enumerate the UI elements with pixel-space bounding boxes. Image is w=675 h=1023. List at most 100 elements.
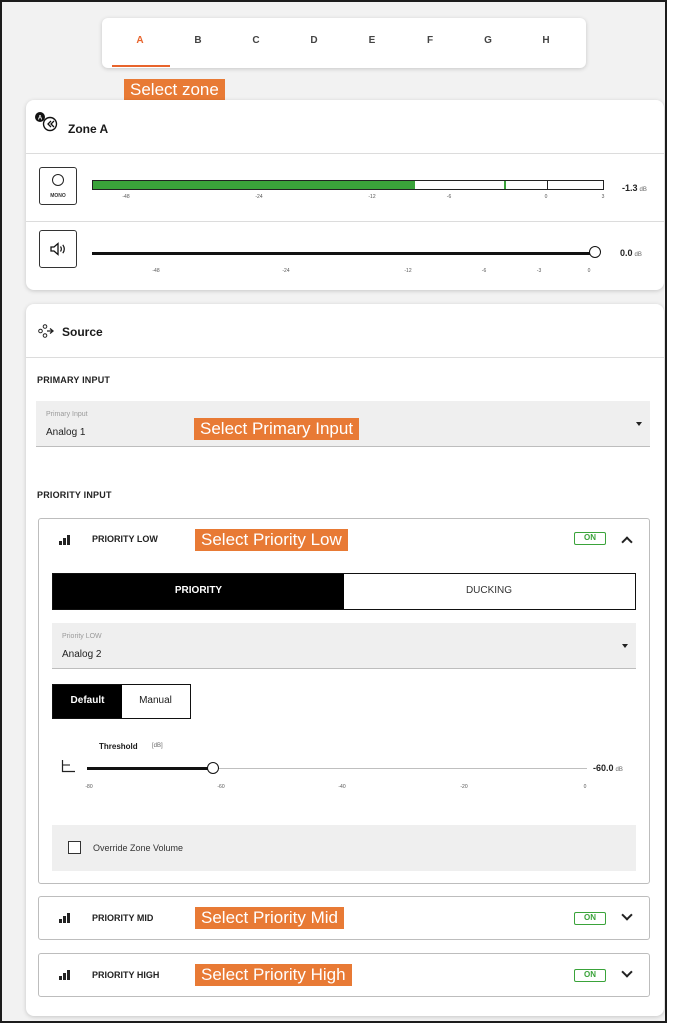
tab-zone-d[interactable]: D — [284, 35, 344, 46]
priority-ducking-segmented: PRIORITY DUCKING — [52, 573, 636, 610]
override-zone-volume-label: Override Zone Volume — [93, 843, 184, 853]
tick-label: -24 — [282, 268, 290, 274]
source-card: Source PRIMARY INPUT Primary Input Analo… — [26, 304, 664, 1016]
annotation-select-priority-mid: Select Priority Mid — [195, 907, 344, 929]
zone-header: A Zone A — [26, 100, 664, 154]
mode-manual[interactable]: Manual — [122, 685, 189, 718]
override-zone-volume-checkbox[interactable] — [68, 841, 81, 854]
priority-high-title[interactable]: PRIORITY HIGH — [92, 970, 159, 980]
tab-zone-b[interactable]: B — [168, 35, 228, 46]
level-value: -1.3 — [622, 183, 638, 193]
tick-label: 0 — [587, 268, 591, 274]
priority-low-title[interactable]: PRIORITY LOW — [92, 534, 158, 544]
tab-zone-f[interactable]: F — [400, 35, 460, 46]
tick-label: -12 — [404, 268, 412, 274]
tick-label: -6 — [446, 194, 452, 200]
tab-zone-g[interactable]: G — [458, 35, 518, 46]
mono-label: MONO — [50, 193, 66, 199]
tick-label: -3 — [536, 268, 542, 274]
volume-slider-track[interactable] — [92, 252, 592, 255]
priority-low-select[interactable]: Priority LOW Analog 2 — [52, 623, 636, 669]
source-header: Source — [26, 304, 664, 358]
annotation-select-zone: Select zone — [124, 79, 225, 101]
priority-mid-title[interactable]: PRIORITY MID — [92, 913, 153, 923]
threshold-value: -60.0 — [593, 763, 614, 773]
zone-row-divider — [26, 221, 664, 222]
threshold-unit: [dB] — [152, 743, 163, 749]
priority-mid-expand-chevron-icon[interactable] — [621, 909, 633, 921]
tick-label: -48 — [152, 268, 160, 274]
primary-input-value: Analog 1 — [46, 427, 86, 438]
priority-low-on-badge[interactable]: ON — [574, 532, 606, 545]
threshold-label: Threshold — [99, 742, 138, 751]
priority-low-field-label: Priority LOW — [62, 633, 102, 640]
tick-label: -80 — [85, 784, 93, 790]
priority-mid-on-badge[interactable]: ON — [574, 912, 606, 925]
tick-label: -20 — [460, 784, 468, 790]
level-unit: dB — [639, 187, 647, 193]
primary-input-field-label: Primary Input — [46, 411, 88, 418]
volume-slider-thumb[interactable] — [589, 246, 601, 258]
priority-high-expand-chevron-icon[interactable] — [621, 966, 633, 978]
tick-label: -6 — [481, 268, 487, 274]
mono-button[interactable]: MONO — [39, 167, 77, 205]
primary-input-caret-icon — [636, 422, 642, 426]
tick-label: -60 — [217, 784, 225, 790]
override-zone-volume-row: Override Zone Volume — [52, 825, 636, 871]
tick-label: 0 — [544, 194, 548, 200]
level-meter-fill — [93, 181, 416, 189]
speaker-icon — [50, 242, 65, 256]
volume-button[interactable] — [39, 230, 77, 268]
zone-title: Zone A — [68, 122, 109, 136]
volume-unit: dB — [634, 252, 642, 258]
priority-low-caret-icon — [622, 644, 628, 648]
tick-label: -24 — [255, 194, 263, 200]
priority-mid-bars-icon — [59, 913, 73, 923]
mode-default[interactable]: Default — [53, 685, 122, 718]
tick-label: 0 — [583, 784, 587, 790]
threshold-icon — [61, 760, 75, 773]
tab-priority[interactable]: PRIORITY — [53, 574, 344, 609]
threshold-value-unit: dB — [615, 767, 623, 773]
priority-mid-panel[interactable]: PRIORITY MID ON — [38, 896, 650, 940]
tab-zone-a[interactable]: A — [110, 35, 170, 46]
mono-circle-icon — [52, 174, 64, 186]
priority-high-on-badge[interactable]: ON — [574, 969, 606, 982]
priority-low-panel: PRIORITY LOW ON PRIORITY DUCKING Priorit… — [38, 518, 650, 884]
tick-label: -48 — [122, 194, 130, 200]
tick-label: -40 — [338, 784, 346, 790]
volume-readout: 0.0 dB — [620, 248, 642, 258]
priority-low-bars-icon — [59, 535, 73, 545]
tick-label: 3 — [601, 194, 605, 200]
primary-input-section-label: PRIMARY INPUT — [37, 375, 111, 385]
annotation-select-priority-high: Select Priority High — [195, 964, 352, 986]
source-title: Source — [62, 325, 103, 339]
priority-low-value: Analog 2 — [62, 649, 102, 660]
app-frame: A B C D E F G H Select zone A Zone A MON… — [0, 0, 667, 1023]
annotation-select-primary-input: Select Primary Input — [194, 418, 360, 440]
level-meter-peak — [503, 181, 506, 189]
tick-label: -12 — [368, 194, 376, 200]
volume-value: 0.0 — [620, 248, 633, 258]
threshold-slider-thumb[interactable] — [207, 762, 219, 774]
tab-zone-h[interactable]: H — [516, 35, 576, 46]
threshold-readout: -60.0 dB — [593, 763, 623, 773]
active-tab-indicator — [112, 65, 170, 67]
priority-input-section-label: PRIORITY INPUT — [37, 490, 112, 500]
tab-ducking[interactable]: DUCKING — [344, 574, 634, 609]
priority-low-collapse-chevron-icon[interactable] — [621, 536, 633, 548]
tab-zone-c[interactable]: C — [226, 35, 286, 46]
level-meter — [92, 180, 604, 190]
svg-text:A: A — [38, 115, 43, 121]
threshold-mode-toggle: Default Manual — [52, 684, 191, 719]
zone-tab-bar: A B C D E F G H — [102, 18, 586, 68]
zone-card: A Zone A MONO -48-24-12-603 -1.3dB — [26, 100, 664, 290]
threshold-slider-fill[interactable] — [87, 767, 213, 770]
level-meter-readout: -1.3 dB — [622, 183, 647, 193]
zone-icon: A — [35, 112, 58, 132]
level-meter-zero-mark — [547, 181, 548, 189]
tab-zone-e[interactable]: E — [342, 35, 402, 46]
source-icon — [38, 324, 55, 338]
annotation-select-priority-low: Select Priority Low — [195, 529, 348, 551]
priority-high-bars-icon — [59, 970, 73, 980]
